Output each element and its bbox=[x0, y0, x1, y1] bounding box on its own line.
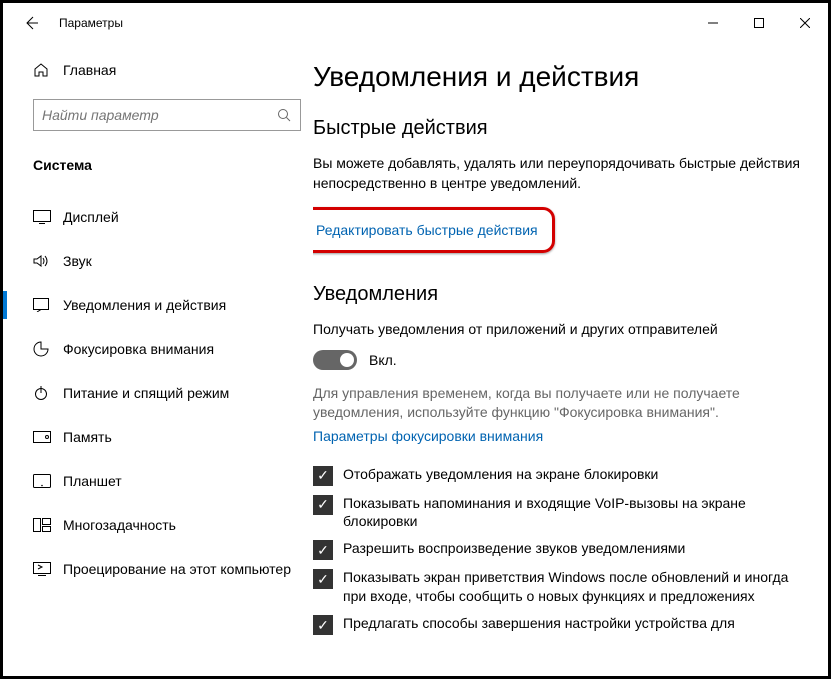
minimize-button[interactable] bbox=[690, 3, 736, 43]
checkbox-notification-sounds[interactable]: ✓ bbox=[313, 540, 333, 560]
check-row: ✓ Разрешить воспроизведение звуков уведо… bbox=[313, 539, 810, 560]
check-row: ✓ Предлагать способы завершения настройк… bbox=[313, 614, 810, 635]
notifications-toggle-row: Вкл. bbox=[313, 350, 810, 370]
edit-quick-actions-highlight: Редактировать быстрые действия bbox=[313, 207, 555, 253]
search-box[interactable] bbox=[33, 99, 301, 131]
sidebar: Главная Система Дисплей Звук bbox=[3, 43, 313, 676]
sidebar-item-label: Проецирование на этот компьютер bbox=[63, 561, 291, 577]
tablet-icon bbox=[33, 474, 63, 488]
sidebar-item-display[interactable]: Дисплей bbox=[3, 195, 313, 239]
checkbox-voip-lockscreen[interactable]: ✓ bbox=[313, 495, 333, 515]
notifications-header: Уведомления bbox=[313, 283, 810, 306]
edit-quick-actions-link[interactable]: Редактировать быстрые действия bbox=[316, 222, 538, 238]
sidebar-item-label: Звук bbox=[63, 253, 92, 269]
display-icon bbox=[33, 210, 63, 224]
titlebar: Параметры bbox=[3, 3, 828, 43]
sidebar-item-label: Питание и спящий режим bbox=[63, 385, 229, 401]
maximize-button[interactable] bbox=[736, 3, 782, 43]
focus-hint-text: Для управления временем, когда вы получа… bbox=[313, 384, 810, 423]
notifications-toggle-label: Получать уведомления от приложений и дру… bbox=[313, 320, 810, 340]
back-button[interactable] bbox=[11, 3, 51, 43]
notifications-toggle[interactable] bbox=[313, 350, 357, 370]
page-title: Уведомления и действия bbox=[313, 61, 810, 93]
sound-icon bbox=[33, 254, 63, 268]
sidebar-item-storage[interactable]: Память bbox=[3, 415, 313, 459]
sidebar-item-label: Память bbox=[63, 429, 112, 445]
check-label: Отображать уведомления на экране блокиро… bbox=[343, 465, 658, 484]
check-row: ✓ Показывать экран приветствия Windows п… bbox=[313, 568, 810, 606]
quick-actions-description: Вы можете добавлять, удалять или переупо… bbox=[313, 154, 810, 193]
checkbox-lockscreen-notifications[interactable]: ✓ bbox=[313, 466, 333, 486]
check-label: Показывать экран приветствия Windows пос… bbox=[343, 568, 810, 606]
sidebar-item-label: Планшет bbox=[63, 473, 122, 489]
sidebar-item-power[interactable]: Питание и спящий режим bbox=[3, 371, 313, 415]
sidebar-item-label: Дисплей bbox=[63, 209, 119, 225]
sidebar-item-label: Уведомления и действия bbox=[63, 297, 226, 313]
sidebar-item-sound[interactable]: Звук bbox=[3, 239, 313, 283]
sidebar-home-label: Главная bbox=[63, 62, 116, 78]
quick-actions-header: Быстрые действия bbox=[313, 117, 810, 140]
storage-icon bbox=[33, 431, 63, 443]
notifications-icon bbox=[33, 298, 63, 312]
home-icon bbox=[33, 62, 63, 78]
sidebar-item-multitask[interactable]: Многозадачность bbox=[3, 503, 313, 547]
window-controls bbox=[690, 3, 828, 43]
notifications-toggle-state: Вкл. bbox=[369, 352, 397, 368]
focus-settings-link[interactable]: Параметры фокусировки внимания bbox=[313, 428, 543, 444]
main-content: Уведомления и действия Быстрые действия … bbox=[313, 43, 828, 676]
close-button[interactable] bbox=[782, 3, 828, 43]
power-icon bbox=[33, 385, 63, 401]
settings-window: Параметры Главная bbox=[0, 0, 831, 679]
sidebar-category: Система bbox=[3, 147, 313, 195]
checkbox-welcome-experience[interactable]: ✓ bbox=[313, 569, 333, 589]
sidebar-item-projecting[interactable]: Проецирование на этот компьютер bbox=[3, 547, 313, 591]
checkbox-setup-suggestions[interactable]: ✓ bbox=[313, 615, 333, 635]
check-label: Предлагать способы завершения настройки … bbox=[343, 614, 735, 633]
sidebar-item-label: Фокусировка внимания bbox=[63, 341, 214, 357]
check-label: Разрешить воспроизведение звуков уведомл… bbox=[343, 539, 685, 558]
sidebar-item-label: Многозадачность bbox=[63, 517, 176, 533]
focus-icon bbox=[33, 341, 63, 357]
check-row: ✓ Показывать напоминания и входящие VoIP… bbox=[313, 494, 810, 532]
sidebar-item-notifications[interactable]: Уведомления и действия bbox=[3, 283, 313, 327]
check-label: Показывать напоминания и входящие VoIP-в… bbox=[343, 494, 810, 532]
projecting-icon bbox=[33, 562, 63, 576]
multitask-icon bbox=[33, 518, 63, 532]
search-icon bbox=[268, 108, 300, 122]
sidebar-item-tablet[interactable]: Планшет bbox=[3, 459, 313, 503]
sidebar-home[interactable]: Главная bbox=[3, 51, 313, 89]
search-input[interactable] bbox=[34, 107, 268, 123]
sidebar-item-focus[interactable]: Фокусировка внимания bbox=[3, 327, 313, 371]
window-title: Параметры bbox=[59, 16, 123, 30]
check-row: ✓ Отображать уведомления на экране блоки… bbox=[313, 465, 810, 486]
